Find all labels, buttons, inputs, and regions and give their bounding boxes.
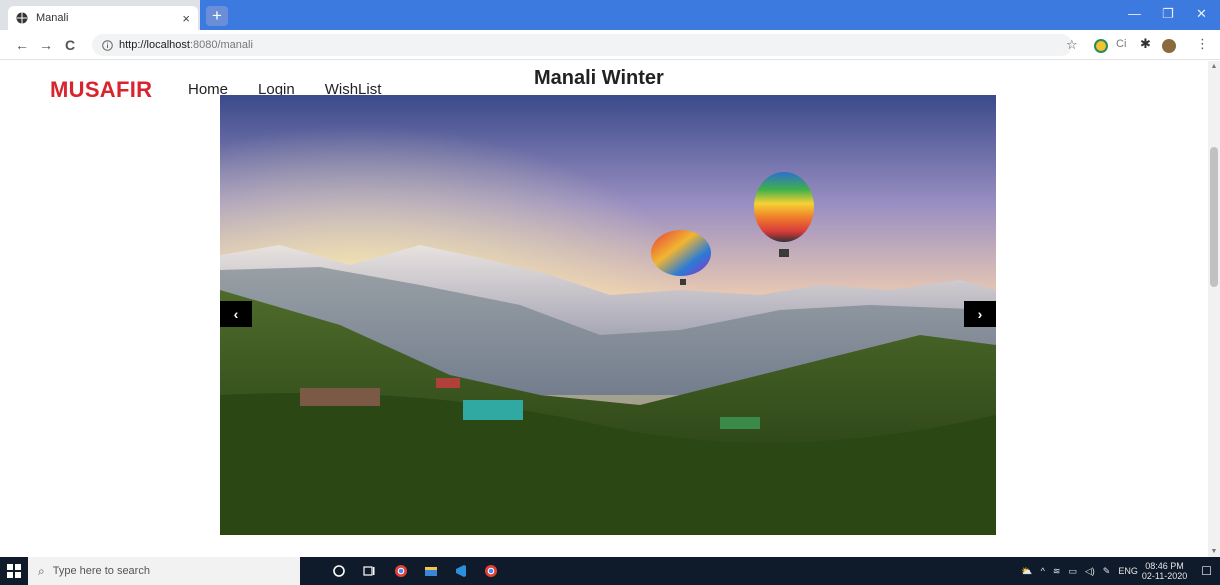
chevron-up-icon[interactable]: ^ xyxy=(1041,566,1045,576)
browser-tab[interactable]: Manali × xyxy=(8,6,198,30)
cortana-icon[interactable] xyxy=(332,564,346,578)
chrome-active-icon[interactable] xyxy=(484,564,498,578)
puzzle-icon[interactable]: ✱ xyxy=(1140,36,1151,52)
browser-toolbar: ← → C http://localhost:8080/manali ☆ Ci … xyxy=(0,30,1220,60)
extension-icon[interactable] xyxy=(1094,39,1108,53)
vscode-icon[interactable] xyxy=(454,564,468,578)
system-tray: ⛅ ^ ≋ ▭ ◁) ✎ ENG 08:46 PM 02-11-2020 ☐ xyxy=(1017,557,1220,585)
task-view-icon[interactable] xyxy=(362,564,376,578)
browser-tab-bar: Manali × + — ❐ ✕ xyxy=(0,0,1220,30)
windows-taskbar: ⌕ Type here to search ⛅ ^ ≋ ▭ ◁) ✎ ENG 0… xyxy=(0,557,1220,585)
search-placeholder: Type here to search xyxy=(52,565,150,577)
battery-icon[interactable]: ▭ xyxy=(1068,566,1077,577)
taskbar-search-input[interactable]: ⌕ Type here to search xyxy=(28,557,300,585)
forward-button[interactable]: → xyxy=(34,37,58,53)
windows-start-icon[interactable] xyxy=(6,563,22,579)
reload-button[interactable]: C xyxy=(58,37,82,53)
notifications-icon[interactable]: ☐ xyxy=(1201,564,1212,578)
image-carousel[interactable]: ‹ › xyxy=(220,95,996,535)
web-page: MUSAFIR Home Login WishList ‹ › Manali W… xyxy=(0,61,1208,557)
bookmark-star-icon[interactable]: ☆ xyxy=(1066,37,1078,53)
new-tab-button[interactable]: + xyxy=(206,6,228,26)
clock-date: 02-11-2020 xyxy=(1141,571,1188,581)
brand-logo[interactable]: MUSAFIR xyxy=(50,77,152,103)
scroll-down-icon[interactable]: ▼ xyxy=(1210,548,1218,555)
clock[interactable]: 08:46 PM 02-11-2020 xyxy=(1142,561,1187,581)
search-icon: ⌕ xyxy=(38,563,45,578)
carousel-prev-button[interactable]: ‹ xyxy=(220,301,252,327)
tab-close-button[interactable]: × xyxy=(182,11,190,26)
file-explorer-icon[interactable] xyxy=(424,564,438,578)
scrollbar-thumb[interactable] xyxy=(1210,147,1218,287)
clock-time: 08:46 PM xyxy=(1145,561,1184,571)
tab-strip-background xyxy=(200,0,1220,30)
page-scrollbar[interactable]: ▲ ▼ xyxy=(1208,61,1220,557)
carousel-image xyxy=(220,95,996,535)
carousel-next-button[interactable]: › xyxy=(964,301,996,327)
url-host: http://localhost xyxy=(119,39,190,51)
tab-title: Manali xyxy=(36,12,69,24)
info-icon xyxy=(102,39,113,51)
globe-icon xyxy=(16,12,28,24)
url-path: :8080/manali xyxy=(189,39,253,51)
pen-icon[interactable]: ✎ xyxy=(1103,566,1111,577)
minimize-button[interactable]: — xyxy=(1128,6,1141,21)
weather-icon[interactable]: ⛅ xyxy=(1021,566,1032,577)
scroll-up-icon[interactable]: ▲ xyxy=(1210,63,1218,70)
language-indicator[interactable]: ENG xyxy=(1118,566,1138,576)
page-title: Manali Winter xyxy=(534,67,664,89)
maximize-button[interactable]: ❐ xyxy=(1162,6,1174,22)
avatar[interactable] xyxy=(1162,39,1176,53)
close-window-button[interactable]: ✕ xyxy=(1196,6,1207,22)
back-button[interactable]: ← xyxy=(10,37,34,53)
menu-dots-icon[interactable]: ⋮ xyxy=(1196,36,1209,52)
address-bar[interactable]: http://localhost:8080/manali xyxy=(92,34,1072,56)
speaker-icon[interactable]: ◁) xyxy=(1085,566,1095,577)
network-icon[interactable]: ≋ xyxy=(1053,566,1061,577)
chrome-icon[interactable] xyxy=(394,564,408,578)
extension-ci-icon[interactable]: Ci xyxy=(1116,38,1126,50)
